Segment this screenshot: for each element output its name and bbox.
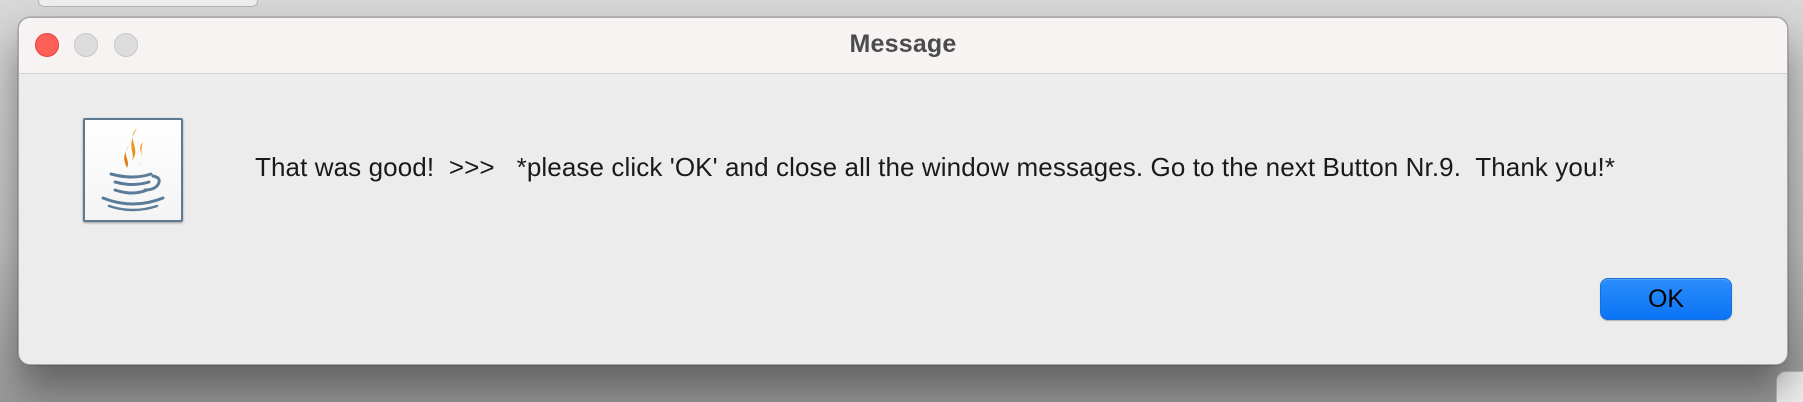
java-coffee-cup-icon [83, 118, 183, 222]
title-bar[interactable]: Message [19, 18, 1787, 74]
ok-button[interactable]: OK [1600, 278, 1732, 320]
message-dialog: Message That was good! >>> *please click… [18, 17, 1788, 365]
dialog-message: That was good! >>> *please click 'OK' an… [255, 152, 1616, 182]
background-window-corner [1776, 371, 1803, 402]
background-window-edge [38, 0, 258, 7]
window-title: Message [849, 30, 957, 58]
